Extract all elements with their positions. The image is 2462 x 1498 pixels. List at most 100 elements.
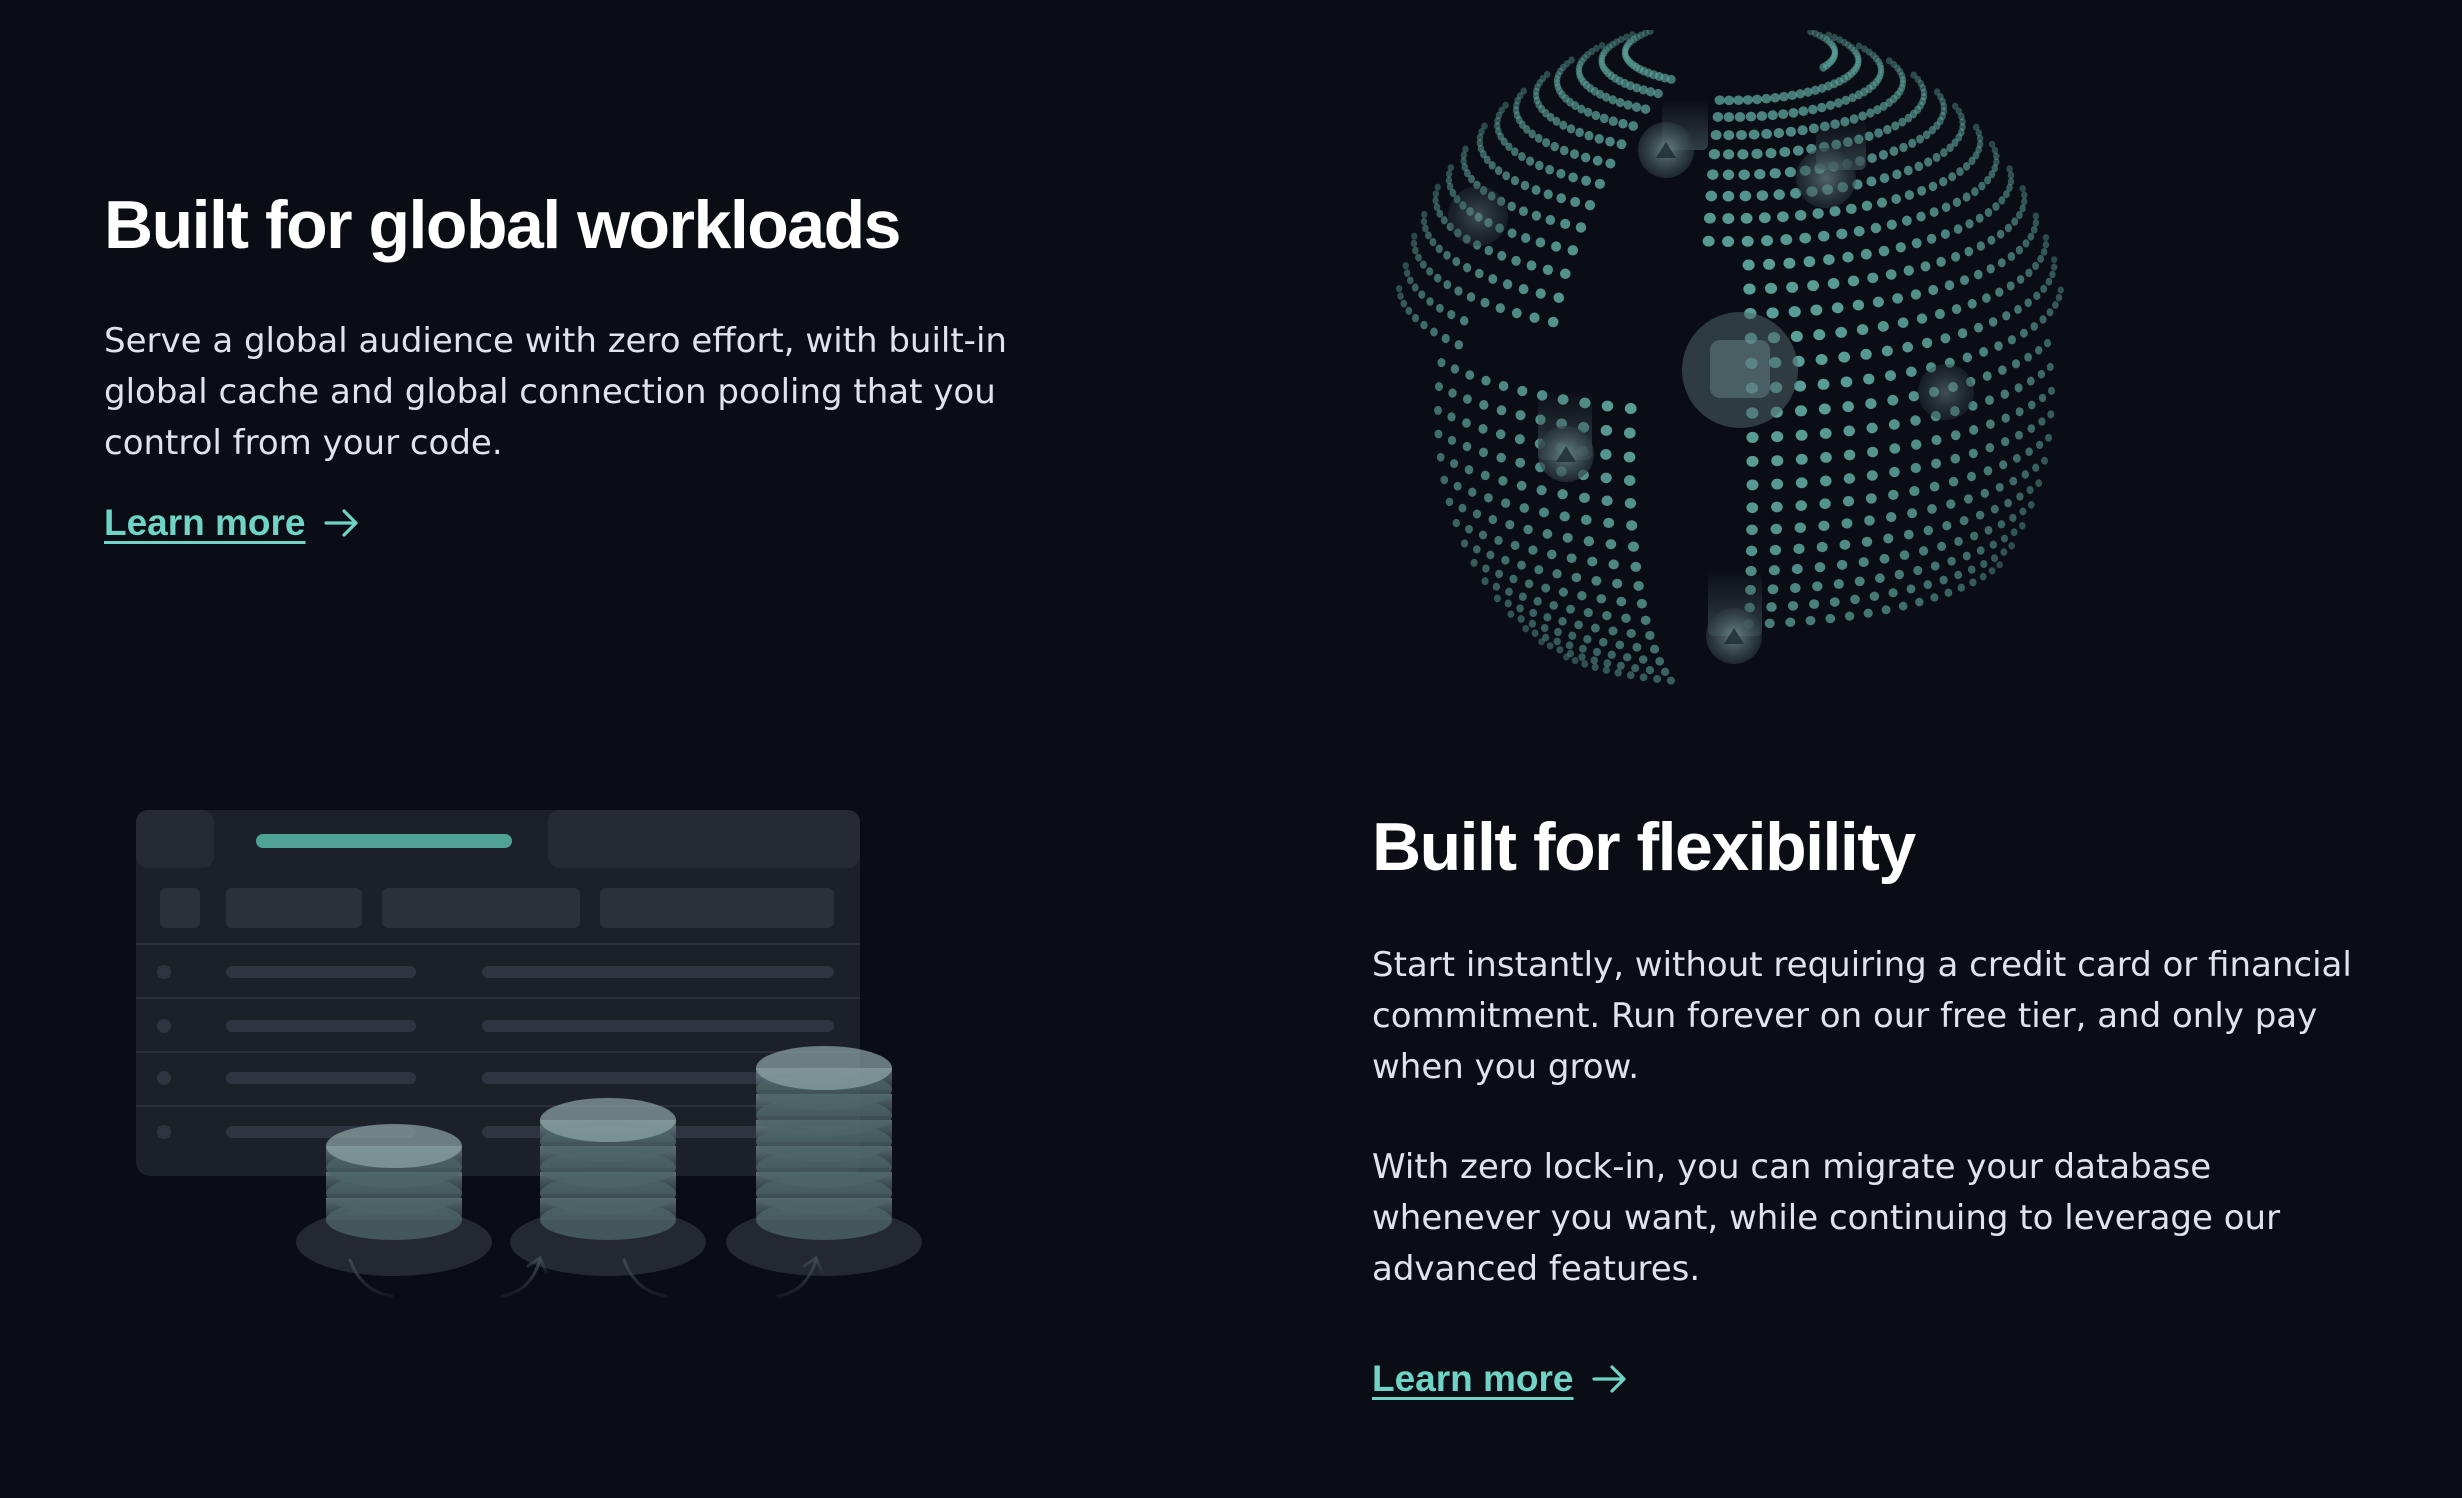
globe-dot bbox=[1995, 287, 2004, 297]
globe-dot bbox=[1867, 446, 1879, 458]
globe-dot bbox=[1526, 156, 1535, 166]
globe-dot bbox=[1788, 306, 1801, 318]
globe-dot bbox=[2026, 486, 2034, 494]
globe-dot bbox=[1818, 403, 1831, 415]
globe-dot bbox=[1794, 405, 1808, 417]
globe-dot bbox=[1559, 145, 1569, 156]
globe-dot bbox=[1488, 160, 1496, 170]
globe-dot bbox=[1557, 489, 1568, 500]
globe-dot bbox=[1571, 656, 1579, 665]
globe-dot bbox=[1553, 292, 1565, 303]
globe-dot bbox=[1891, 121, 1900, 131]
globe-dot bbox=[1738, 169, 1750, 180]
globe-dot bbox=[1454, 286, 1463, 296]
globe-dot bbox=[1397, 292, 1404, 300]
globe-dot bbox=[1533, 596, 1542, 606]
globe-dot bbox=[1874, 128, 1883, 138]
globe-dot bbox=[1770, 523, 1783, 535]
globe-dot bbox=[2032, 219, 2040, 227]
globe-dot bbox=[1751, 148, 1763, 160]
globe-dot bbox=[1460, 539, 1469, 548]
globe-dot bbox=[1866, 422, 1878, 434]
globe-dot bbox=[1980, 488, 1990, 498]
learn-more-link-flexibility[interactable]: Learn more bbox=[1372, 1358, 1628, 1400]
globe-dot bbox=[1584, 107, 1593, 117]
globe-dot bbox=[1939, 177, 1948, 187]
globe-dot bbox=[1850, 594, 1860, 605]
globe-dot bbox=[1616, 139, 1627, 150]
globe-dot bbox=[1957, 583, 1966, 592]
globe-dot bbox=[1920, 261, 1931, 272]
globe-dot bbox=[1739, 190, 1752, 202]
globe-dot bbox=[1624, 498, 1637, 509]
location-marker-icon bbox=[1918, 364, 1974, 420]
globe-dot bbox=[1779, 146, 1791, 158]
globe-dot bbox=[1536, 485, 1547, 496]
globe-dot bbox=[2015, 430, 2023, 440]
section-title-flexibility: Built for flexibility bbox=[1372, 809, 1916, 885]
globe-dot bbox=[1584, 130, 1594, 141]
globe-dot bbox=[1591, 575, 1602, 586]
globe-dot bbox=[1666, 676, 1675, 685]
globe-dot bbox=[1994, 341, 2003, 351]
globe-dot bbox=[1553, 637, 1561, 646]
globe-dot bbox=[1591, 110, 1601, 121]
globe-dot bbox=[1458, 503, 1467, 513]
globe-dot bbox=[1843, 425, 1855, 437]
globe-dot bbox=[1950, 430, 1961, 441]
globe-dot bbox=[1628, 121, 1639, 131]
globe-dot bbox=[1626, 671, 1635, 680]
learn-more-link-global-workloads[interactable]: Learn more bbox=[104, 502, 360, 544]
globe-dot bbox=[1488, 274, 1498, 284]
globe-dot bbox=[1436, 452, 1445, 462]
globe-dot bbox=[1432, 190, 1440, 198]
globe-dot bbox=[1517, 385, 1528, 397]
globe-dot bbox=[1861, 200, 1873, 211]
globe-dot bbox=[1845, 203, 1857, 215]
globe-dot bbox=[1878, 245, 1890, 257]
globe-dot bbox=[2000, 534, 2009, 543]
globe-dot bbox=[1415, 253, 1422, 262]
globe-dot bbox=[1518, 284, 1529, 295]
globe-dot bbox=[1905, 366, 1917, 378]
section-title-global-workloads: Built for global workloads bbox=[104, 187, 901, 263]
globe-dot bbox=[1571, 572, 1582, 583]
globe-dot bbox=[1464, 465, 1474, 475]
globe-dot bbox=[1608, 559, 1619, 570]
globe-dot bbox=[1626, 628, 1636, 638]
globe-dot bbox=[1842, 251, 1854, 263]
globe-dot bbox=[1888, 588, 1898, 598]
globe-dot bbox=[2041, 456, 2048, 465]
database-icon bbox=[326, 1124, 462, 1240]
globe-dot bbox=[1406, 276, 1414, 285]
globe-dot bbox=[1913, 565, 1923, 576]
globe-dot bbox=[1559, 120, 1568, 130]
globe-dot bbox=[1883, 124, 1892, 135]
globe-dot bbox=[1605, 539, 1617, 550]
globe-dot bbox=[1787, 600, 1799, 611]
globe-dot bbox=[1507, 201, 1516, 212]
globe-dot bbox=[1815, 353, 1828, 366]
globe-dot bbox=[1971, 187, 1979, 197]
globe-dot bbox=[1856, 324, 1869, 336]
globe-dot bbox=[1558, 587, 1568, 597]
globe-dot bbox=[2019, 204, 2026, 213]
globe-dot bbox=[1793, 543, 1805, 554]
globe-dot bbox=[1863, 608, 1873, 618]
globe-dot bbox=[2027, 400, 2036, 410]
globe-dot bbox=[1583, 634, 1592, 644]
globe-dot bbox=[1440, 475, 1449, 485]
globe-dot bbox=[1522, 625, 1530, 633]
globe-dot bbox=[1475, 268, 1484, 279]
globe-dot bbox=[1633, 580, 1644, 591]
globe-dot bbox=[1972, 123, 1980, 131]
globe-dot bbox=[2014, 383, 2023, 393]
globe-dot bbox=[1967, 565, 1976, 574]
globe-dot bbox=[1976, 546, 1985, 555]
globe-dot bbox=[1616, 596, 1627, 607]
globe-dot bbox=[1486, 550, 1495, 560]
globe-dot bbox=[1432, 196, 1439, 205]
globe-dot bbox=[1558, 617, 1567, 626]
globe-dot bbox=[2045, 433, 2052, 442]
globe-dot bbox=[1521, 233, 1531, 243]
